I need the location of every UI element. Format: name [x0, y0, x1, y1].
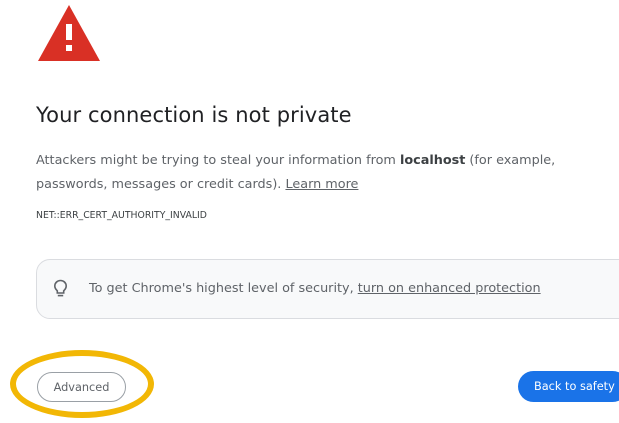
- protection-text: To get Chrome's highest level of securit…: [89, 281, 358, 296]
- lightbulb-icon: [53, 279, 68, 297]
- warning-triangle-icon: [38, 5, 100, 61]
- learn-more-link[interactable]: Learn more: [285, 177, 358, 192]
- warning-description: Attackers might be trying to steal your …: [36, 149, 596, 197]
- back-to-safety-button[interactable]: Back to safety: [518, 371, 619, 402]
- enhanced-protection-banner: To get Chrome's highest level of securit…: [36, 259, 619, 319]
- advanced-button[interactable]: Advanced: [37, 372, 126, 402]
- enhanced-protection-link[interactable]: turn on enhanced protection: [358, 281, 541, 296]
- page-title: Your connection is not private: [36, 103, 352, 127]
- description-text: Attackers might be trying to steal your …: [36, 153, 400, 168]
- host-name: localhost: [399, 153, 466, 168]
- interstitial-page: Your connection is not private Attackers…: [0, 0, 619, 423]
- error-code: NET::ERR_CERT_AUTHORITY_INVALID: [36, 210, 207, 221]
- protection-message: To get Chrome's highest level of securit…: [89, 281, 541, 296]
